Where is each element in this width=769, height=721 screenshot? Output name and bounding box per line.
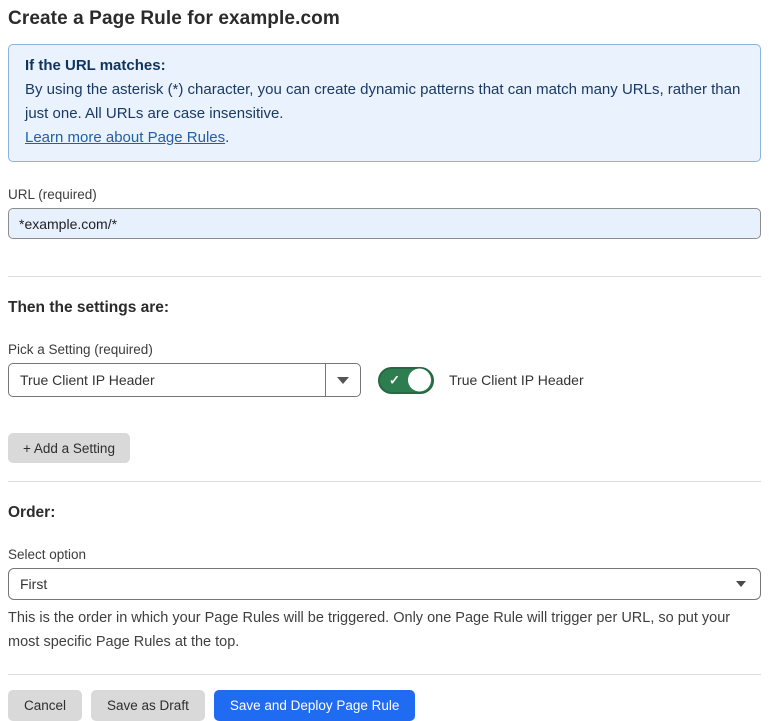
setting-row: True Client IP Header ✓ True Client IP H… — [8, 363, 761, 397]
setting-picker-arrow-button[interactable] — [325, 364, 360, 396]
learn-more-link[interactable]: Learn more about Page Rules — [25, 129, 225, 146]
callout-body: By using the asterisk (*) character, you… — [25, 78, 744, 126]
cancel-button[interactable]: Cancel — [8, 690, 82, 721]
callout-heading: If the URL matches: — [25, 54, 744, 78]
url-match-callout: If the URL matches: By using the asteris… — [8, 44, 761, 162]
footer-actions: Cancel Save as Draft Save and Deploy Pag… — [8, 690, 761, 721]
pick-setting-label: Pick a Setting (required) — [8, 342, 761, 357]
order-section-heading: Order: — [8, 504, 761, 522]
toggle-knob — [408, 369, 431, 392]
order-select[interactable]: First — [8, 568, 761, 600]
order-select-value: First — [20, 576, 736, 592]
check-icon: ✓ — [389, 374, 400, 387]
setting-picker-value: True Client IP Header — [9, 364, 325, 396]
order-select-label: Select option — [8, 547, 761, 562]
setting-picker-dropdown[interactable]: True Client IP Header — [8, 363, 361, 397]
url-input[interactable] — [8, 208, 761, 239]
order-help-text: This is the order in which your Page Rul… — [8, 606, 753, 654]
save-as-draft-button[interactable]: Save as Draft — [91, 690, 205, 721]
settings-section-heading: Then the settings are: — [8, 299, 761, 317]
divider — [8, 674, 761, 675]
callout-link-line: Learn more about Page Rules. — [25, 126, 744, 150]
url-field-label: URL (required) — [8, 187, 761, 202]
add-setting-button[interactable]: + Add a Setting — [8, 433, 130, 463]
chevron-down-icon — [337, 377, 349, 384]
page-title: Create a Page Rule for example.com — [8, 8, 761, 30]
true-client-ip-toggle[interactable]: ✓ — [378, 367, 434, 394]
save-and-deploy-button[interactable]: Save and Deploy Page Rule — [214, 690, 416, 721]
chevron-down-icon — [736, 581, 746, 587]
link-suffix: . — [225, 129, 229, 146]
divider — [8, 276, 761, 277]
divider — [8, 481, 761, 482]
toggle-label: True Client IP Header — [449, 372, 584, 388]
